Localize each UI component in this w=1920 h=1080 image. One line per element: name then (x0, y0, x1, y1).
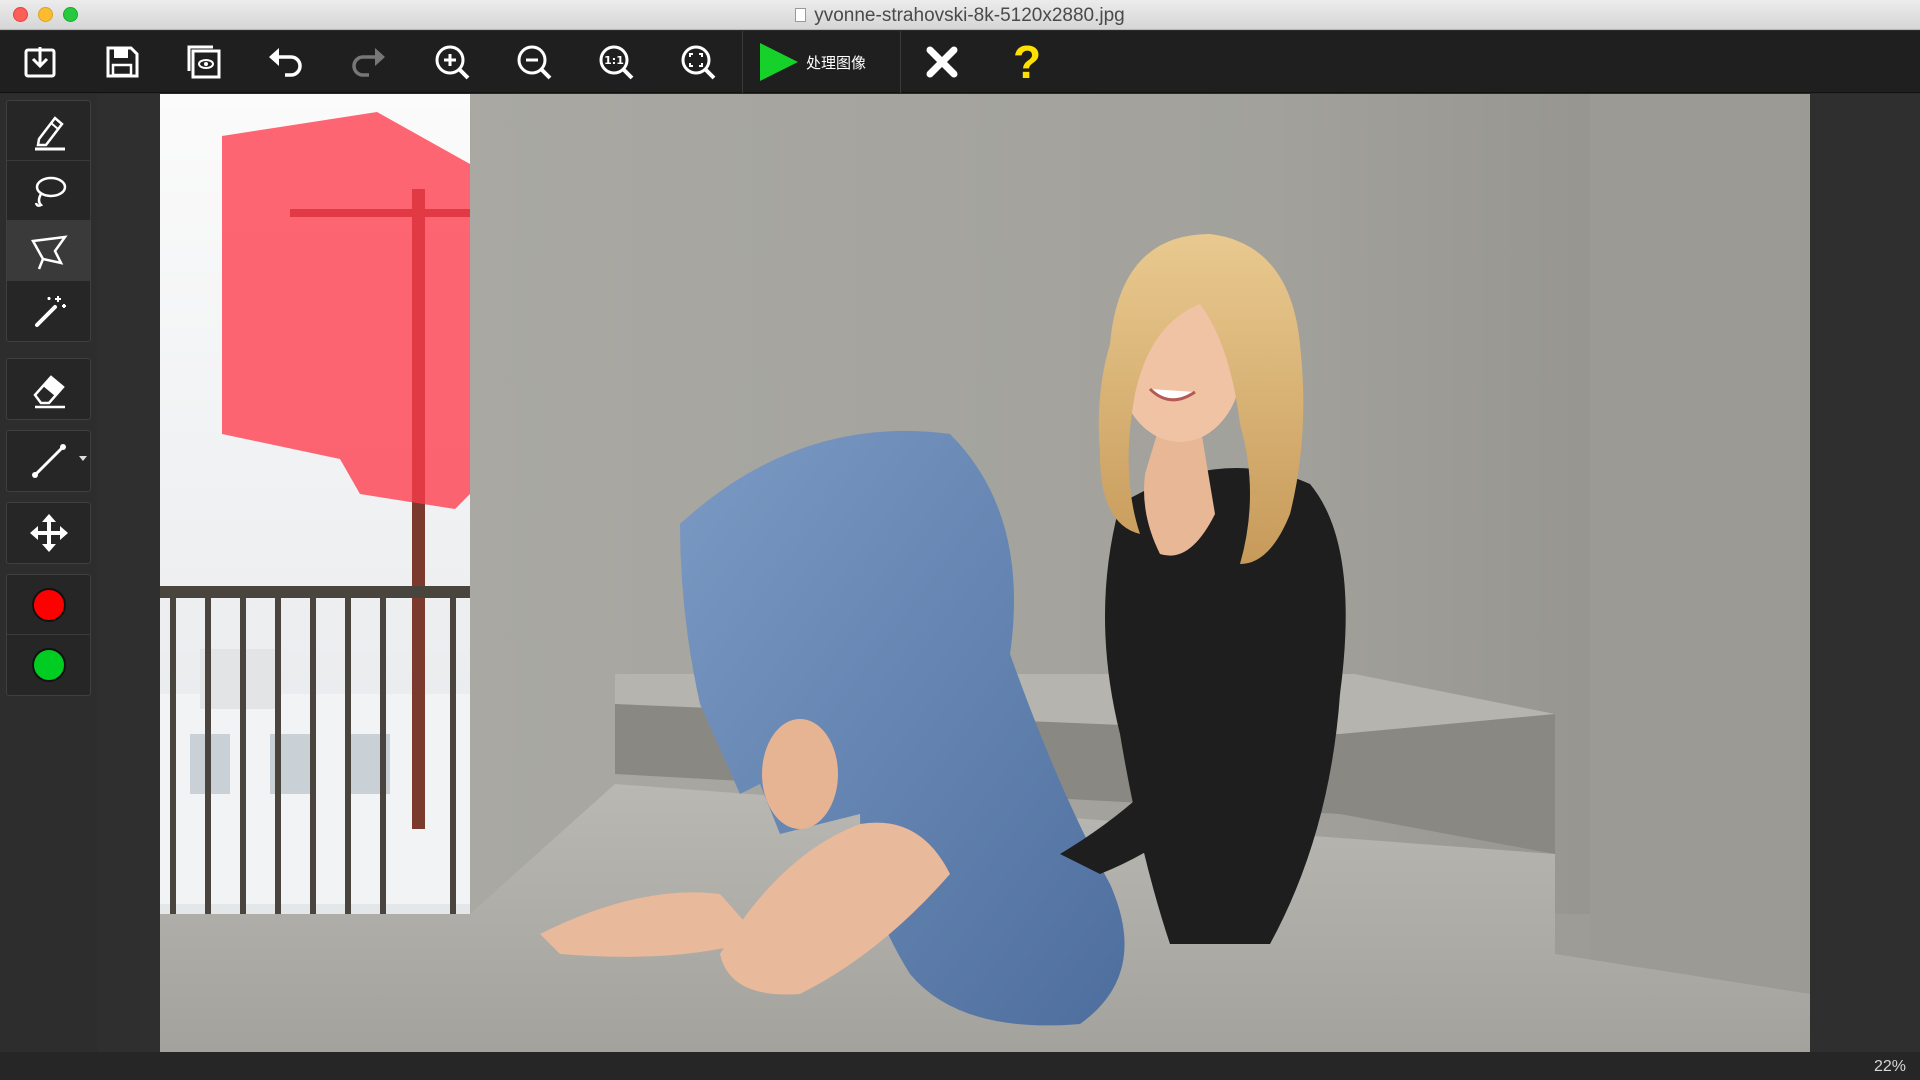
marker-tool[interactable] (7, 101, 90, 161)
preview-button[interactable] (179, 39, 229, 85)
process-image-button[interactable]: 处理图像 (760, 39, 890, 85)
help-button[interactable]: ? (1005, 39, 1049, 85)
toolbar-separator (900, 31, 901, 93)
eraser-group (6, 358, 91, 420)
eraser-tool[interactable] (7, 359, 90, 419)
redo-button[interactable] (343, 39, 393, 85)
import-button[interactable] (15, 39, 65, 85)
play-icon (760, 43, 798, 81)
tool-sidebar (0, 94, 98, 1052)
actual-size-button[interactable]: 1:1 (591, 39, 641, 85)
undo-icon (269, 48, 302, 77)
marker-icon (34, 115, 65, 150)
process-image-label: 处理图像 (806, 54, 867, 72)
photo[interactable] (160, 94, 1810, 1052)
color-group (6, 574, 91, 696)
title-bar: yvonne-strahovski-8k-5120x2880.jpg (0, 0, 1920, 30)
actual-size-icon: 1:1 (599, 45, 634, 80)
window-title: yvonne-strahovski-8k-5120x2880.jpg (814, 5, 1125, 26)
line-icon (31, 444, 66, 478)
zoom-level: 22% (1873, 1058, 1906, 1075)
save-button[interactable] (97, 39, 147, 85)
fit-screen-icon (681, 45, 716, 80)
chevron-down-icon[interactable] (79, 456, 87, 461)
status-bar: 22% (0, 1052, 1920, 1080)
keep-color-swatch[interactable] (7, 635, 90, 695)
polygon-lasso-icon (30, 234, 68, 269)
move-tool[interactable] (7, 503, 90, 563)
lasso-tool[interactable] (7, 161, 90, 221)
magic-wand-tool[interactable] (7, 281, 90, 341)
close-icon (926, 46, 958, 78)
move-icon (29, 514, 68, 552)
remove-color-swatch[interactable] (7, 575, 90, 635)
move-group (6, 502, 91, 564)
fit-screen-button[interactable] (673, 39, 723, 85)
eraser-icon (32, 375, 65, 409)
line-group (6, 430, 91, 492)
zoom-out-button[interactable] (509, 39, 559, 85)
redo-icon (352, 48, 385, 77)
lasso-icon (34, 176, 66, 207)
toolbar: 1:1 处理图像 ? (0, 31, 1920, 93)
red-dot-icon (31, 587, 66, 622)
polygon-lasso-tool[interactable] (7, 221, 90, 281)
close-image-button[interactable] (917, 39, 967, 85)
line-tool[interactable] (7, 431, 90, 491)
preview-icon (187, 45, 221, 79)
import-icon (24, 47, 56, 78)
image-canvas[interactable] (98, 94, 1920, 1052)
svg-text:1:1: 1:1 (604, 54, 624, 67)
magic-wand-icon (34, 296, 66, 327)
save-icon (106, 46, 139, 78)
toolbar-separator (742, 31, 743, 93)
window-title-container: yvonne-strahovski-8k-5120x2880.jpg (0, 5, 1920, 27)
green-dot-icon (31, 648, 66, 682)
selection-tools-group (6, 100, 91, 342)
document-icon (795, 8, 807, 22)
undo-button[interactable] (261, 39, 311, 85)
zoom-out-icon (517, 45, 552, 80)
photo-image (160, 94, 1810, 1052)
zoom-in-icon (435, 45, 470, 80)
zoom-in-button[interactable] (427, 39, 477, 85)
